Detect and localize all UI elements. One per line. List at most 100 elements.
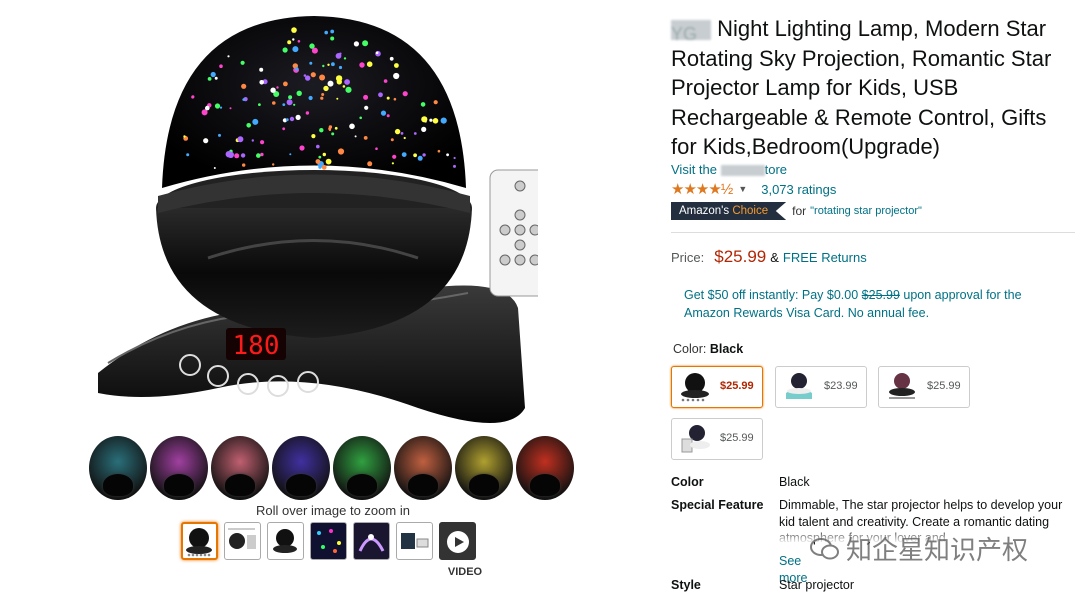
- dome-star: [309, 43, 315, 49]
- dome-star: [242, 98, 245, 101]
- thumbnail-4[interactable]: [310, 522, 347, 560]
- color-option-4[interactable]: $25.99: [671, 418, 763, 460]
- dome-star: [308, 95, 313, 101]
- dome-star: [276, 86, 279, 89]
- dome-star: [402, 91, 408, 97]
- spec-key: Style: [671, 578, 701, 592]
- amazons-choice-row: Amazon's Choice for "rotating star proje…: [671, 202, 922, 220]
- spec-value: Star projector: [779, 578, 855, 592]
- dome-star: [344, 79, 350, 85]
- dome-star: [380, 110, 387, 116]
- visa-promo[interactable]: Get $50 off instantly: Pay $0.00 $25.99 …: [684, 286, 1064, 322]
- option-price: $25.99: [927, 380, 961, 392]
- dome-star: [375, 51, 379, 55]
- dome-star: [292, 46, 299, 53]
- dome-star: [241, 83, 247, 89]
- option-image: [786, 373, 812, 399]
- dome-star: [330, 29, 335, 34]
- dome-star: [321, 93, 325, 96]
- dome-star: [345, 86, 352, 93]
- thumbnail-video[interactable]: [439, 522, 476, 560]
- dome-star: [339, 52, 342, 55]
- dome-star: [286, 99, 293, 106]
- spec-key: Color: [671, 475, 704, 489]
- amazons-choice-badge: Amazon's Choice: [671, 202, 787, 220]
- free-returns-link[interactable]: FREE Returns: [783, 250, 867, 265]
- dome-star: [328, 127, 332, 131]
- chevron-down-icon[interactable]: ▼: [738, 184, 747, 194]
- dome-star: [260, 152, 264, 157]
- dome-star: [433, 100, 438, 105]
- dome-star: [299, 145, 305, 151]
- dome-star: [319, 74, 326, 81]
- color-option-2[interactable]: $23.99: [775, 366, 867, 408]
- dome-star: [327, 63, 330, 66]
- dome-star: [272, 163, 275, 166]
- color-preview-6: [394, 436, 452, 500]
- dome-star: [293, 103, 296, 106]
- price-label: Price:: [671, 250, 705, 265]
- dome-star: [413, 132, 417, 135]
- dome-star: [315, 159, 321, 164]
- dome-star: [309, 61, 313, 65]
- dome-star: [403, 136, 406, 140]
- dome-star: [335, 75, 343, 82]
- dome-star: [446, 153, 449, 157]
- dome-star: [331, 132, 335, 136]
- dome-star: [362, 40, 369, 47]
- color-selected-value: Black: [709, 342, 744, 356]
- thumbnail-1[interactable]: [181, 522, 218, 560]
- dome-star: [421, 126, 427, 132]
- dome-star: [359, 116, 363, 120]
- dome-star: [214, 103, 221, 109]
- dome-star: [210, 71, 216, 78]
- dome-star: [205, 105, 210, 111]
- dome-star: [191, 95, 195, 99]
- dome-star: [429, 118, 433, 122]
- dome-star: [229, 107, 232, 110]
- choice-keyword-link[interactable]: "rotating star projector": [810, 205, 922, 217]
- dome-star: [219, 106, 223, 109]
- dome-star: [417, 155, 423, 161]
- dome-star: [227, 151, 234, 158]
- play-icon: [447, 531, 469, 553]
- dome-star: [297, 40, 301, 43]
- product-title-text: Night Lighting Lamp, Modern Star Rotatin…: [671, 16, 1052, 159]
- dome-star: [259, 80, 264, 85]
- promo-text-1: Get $50 off instantly: Pay $0.00: [684, 288, 862, 302]
- dome-star: [258, 103, 261, 106]
- thumbnail-2[interactable]: [224, 522, 261, 560]
- color-option-3[interactable]: $25.99: [878, 366, 970, 408]
- dome-star: [240, 60, 245, 65]
- dome-star: [320, 96, 324, 100]
- dome-star: [363, 94, 369, 100]
- dome-star: [305, 111, 310, 115]
- dome-star: [214, 76, 218, 80]
- color-preview-3: [211, 436, 269, 500]
- dome-star: [252, 118, 259, 125]
- dome-star: [287, 40, 292, 45]
- dome-star: [256, 153, 261, 158]
- dome-star: [207, 77, 212, 81]
- watermark-text: 知企星知识产权: [846, 536, 1029, 566]
- color-preview-2: [150, 436, 208, 500]
- dome-star: [337, 148, 345, 155]
- color-option-1[interactable]: $25.99: [671, 366, 763, 408]
- option-price: $23.99: [824, 380, 858, 392]
- dome-star: [383, 79, 388, 83]
- thumbnail-6[interactable]: [396, 522, 433, 560]
- dome-star: [453, 164, 456, 168]
- dome-star: [291, 27, 297, 33]
- option-image: [681, 425, 710, 453]
- wechat-icon: [810, 537, 839, 559]
- store-link[interactable]: Visit the tore: [671, 162, 787, 177]
- color-label-text: Color:: [673, 342, 710, 356]
- led-display: 180: [233, 331, 280, 361]
- thumbnail-5[interactable]: [353, 522, 390, 560]
- dome-star: [440, 117, 447, 124]
- dome-star: [336, 97, 339, 100]
- thumbnail-3[interactable]: [267, 522, 304, 560]
- product-main-image[interactable]: 180: [88, 8, 538, 438]
- ratings-count-link[interactable]: 3,073 ratings: [761, 182, 836, 197]
- star-rating-icon[interactable]: ★★★★½: [671, 180, 733, 198]
